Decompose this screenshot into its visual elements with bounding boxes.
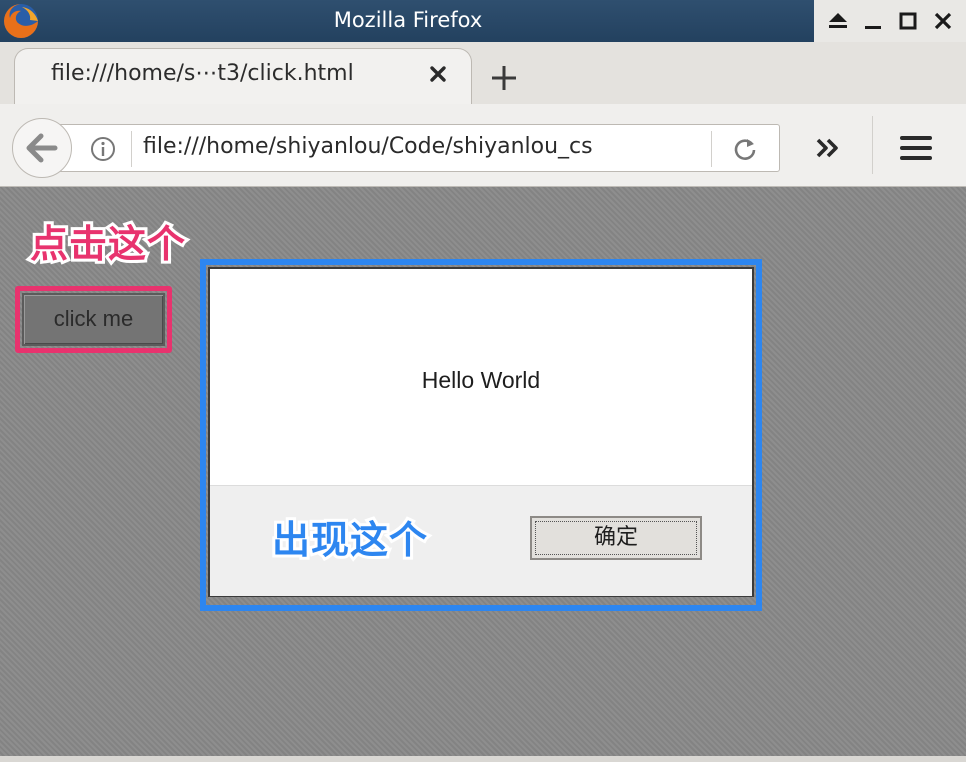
- maximize-icon[interactable]: [894, 7, 922, 35]
- window-titlebar[interactable]: Mozilla Firefox: [0, 0, 966, 42]
- close-icon[interactable]: [929, 7, 957, 35]
- chevron-double-right-icon[interactable]: [808, 130, 848, 166]
- page-content: 点击这个 click me Hello World 确定 出现这个: [0, 187, 966, 762]
- url-separator: [711, 131, 712, 167]
- info-icon[interactable]: [89, 135, 117, 163]
- url-separator: [131, 131, 132, 167]
- close-tab-icon[interactable]: [425, 61, 451, 87]
- back-arrow-icon[interactable]: [12, 118, 72, 178]
- navigation-toolbar: file:///home/shiyanlou/Code/shiyanlou_cs: [0, 104, 966, 187]
- tab-strip: file:///home/s⋯t3/click.html: [0, 42, 966, 105]
- annotation-click-text: 点击这个: [27, 219, 188, 269]
- window-bottom-edge: [0, 756, 966, 762]
- hamburger-menu-icon[interactable]: [896, 128, 936, 168]
- tab-title: file:///home/s⋯t3/click.html: [51, 61, 354, 86]
- url-text[interactable]: file:///home/shiyanlou/Code/shiyanlou_cs: [143, 134, 655, 159]
- window-title: Mozilla Firefox: [333, 8, 483, 32]
- toolbar-separator: [872, 116, 873, 174]
- tab-click-html[interactable]: file:///home/s⋯t3/click.html: [14, 48, 472, 105]
- annotation-appear-text: 出现这个: [269, 515, 430, 565]
- annotation-click-this: 点击这个: [27, 213, 188, 269]
- click-me-button[interactable]: click me: [22, 293, 165, 346]
- plus-icon[interactable]: [486, 60, 522, 96]
- eject-icon[interactable]: [824, 7, 852, 35]
- annotation-appears-this: 出现这个: [269, 509, 430, 565]
- reload-icon[interactable]: [731, 135, 759, 163]
- minimize-icon[interactable]: [859, 7, 887, 35]
- url-bar[interactable]: file:///home/shiyanlou/Code/shiyanlou_cs: [58, 124, 780, 172]
- window-controls: [814, 0, 966, 42]
